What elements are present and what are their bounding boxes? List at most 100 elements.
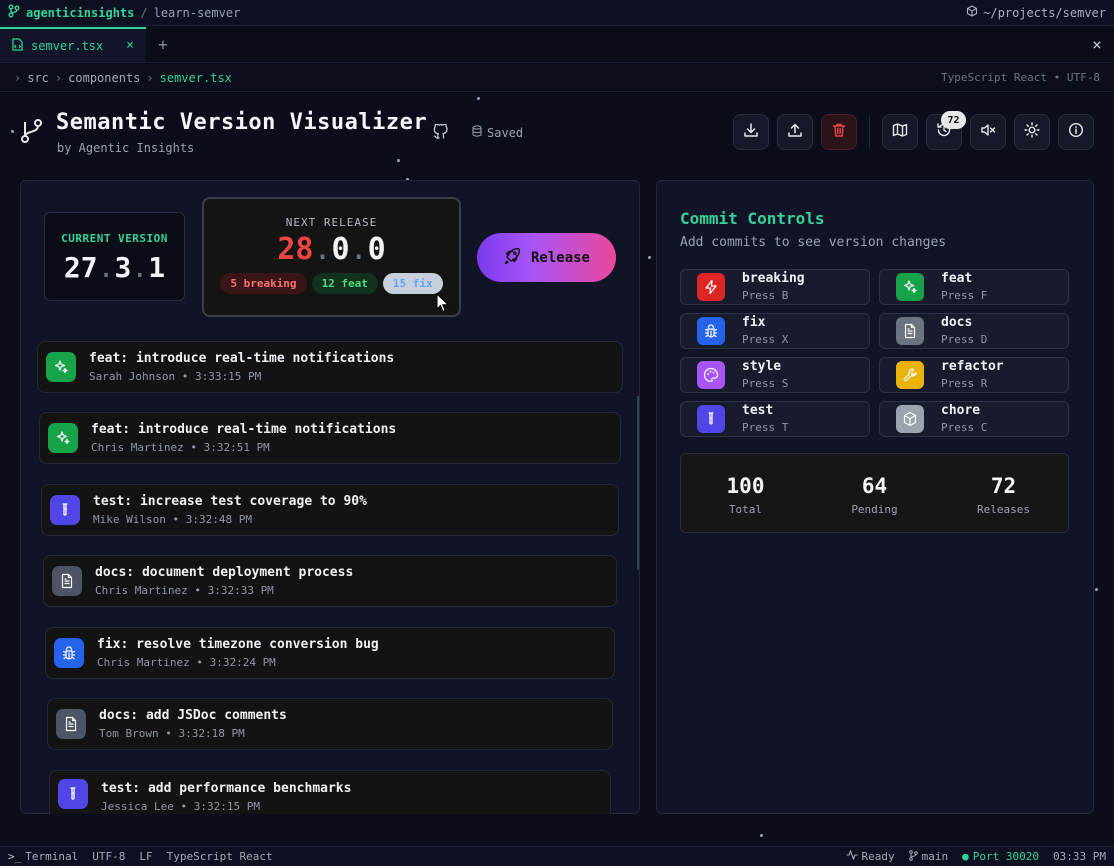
git-branch-icon	[908, 849, 918, 864]
palette-icon	[697, 361, 725, 389]
github-icon[interactable]	[433, 123, 449, 144]
package-icon	[896, 405, 924, 433]
bug-icon	[697, 317, 725, 345]
repo-name[interactable]: agenticinsights	[26, 6, 134, 20]
bug-icon	[54, 638, 84, 668]
commit-type-feat-button[interactable]: feat Press F	[879, 269, 1069, 305]
commit-type-refactor-button[interactable]: refactor Press R	[879, 357, 1069, 393]
commit-type-shortcut: Press R	[941, 377, 988, 390]
next-release-label: NEXT RELEASE	[285, 216, 378, 229]
commit-message: docs: document deployment process	[95, 565, 354, 580]
eol-status[interactable]: LF	[139, 850, 152, 863]
commit-row[interactable]: docs: document deployment process Chris M…	[43, 555, 617, 607]
next-major: 28	[277, 232, 314, 267]
close-editor-button[interactable]: ×	[1080, 27, 1114, 62]
commit-type-chore-button[interactable]: chore Press C	[879, 401, 1069, 437]
commit-row[interactable]: feat: introduce real-time notifications S…	[37, 341, 623, 393]
commit-row[interactable]: test: add performance benchmarks Jessica …	[49, 770, 611, 814]
stat-total: 100 Total	[681, 454, 810, 532]
download-button[interactable]	[733, 114, 769, 150]
commit-meta: Mike Wilson • 3:32:48 PM	[93, 513, 252, 526]
delete-button[interactable]	[821, 114, 857, 150]
star-dot	[648, 256, 651, 259]
scrollbar-thumb[interactable]	[637, 396, 639, 570]
branch-status[interactable]: main	[908, 849, 949, 864]
commit-row[interactable]: docs: add JSDoc comments Tom Brown • 3:32…	[47, 698, 613, 750]
project-name[interactable]: learn-semver	[154, 6, 241, 20]
commit-meta: Sarah Johnson • 3:33:15 PM	[89, 370, 262, 383]
theme-toggle-button[interactable]	[1014, 114, 1050, 150]
test-tube-icon	[697, 405, 725, 433]
commit-type-docs-button[interactable]: docs Press D	[879, 313, 1069, 349]
trash-icon	[831, 122, 847, 142]
language-status[interactable]: TypeScript React	[167, 850, 273, 863]
commit-type-shortcut: Press F	[941, 289, 988, 302]
commit-row[interactable]: feat: introduce real-time notifications C…	[39, 412, 621, 464]
commit-row[interactable]: test: increase test coverage to 90% Mike …	[41, 484, 619, 536]
current-version-value: 27.3.1	[63, 251, 166, 284]
star-dot	[1095, 588, 1098, 591]
next-minor: 0	[331, 232, 350, 267]
close-tab-icon[interactable]: ×	[126, 38, 134, 53]
commit-message: test: add performance benchmarks	[101, 781, 352, 796]
port-label: Port 30020	[972, 850, 1040, 863]
rocket-icon	[503, 247, 521, 269]
terminal-toggle[interactable]: >_ Terminal	[8, 850, 78, 863]
feat-count-chip: 12 feat	[311, 273, 378, 294]
clock: 03:33 PM	[1053, 850, 1106, 863]
branch-label: main	[921, 850, 949, 863]
breadcrumb-components[interactable]: components	[68, 71, 140, 85]
test-tube-icon	[50, 495, 80, 525]
encoding-status[interactable]: UTF-8	[92, 850, 125, 863]
toolbar-divider	[869, 116, 870, 148]
current-major: 27	[63, 251, 98, 284]
commit-type-test-button[interactable]: test Press T	[680, 401, 870, 437]
commit-type-shortcut: Press C	[941, 421, 988, 434]
commit-meta: Chris Martinez • 3:32:33 PM	[95, 584, 274, 597]
breadcrumb-src[interactable]: src	[27, 71, 49, 85]
sparkles-icon	[896, 273, 924, 301]
port-status[interactable]: ● Port 30020	[962, 850, 1039, 863]
sun-icon	[1024, 122, 1040, 142]
file-code-icon	[12, 37, 23, 54]
commit-message: feat: introduce real-time notifications	[89, 351, 395, 366]
commit-type-name: style	[742, 359, 782, 374]
release-button[interactable]: Release	[477, 233, 616, 282]
commit-controls-subtitle: Add commits to see version changes	[680, 235, 947, 250]
tab-label: semver.tsx	[31, 38, 104, 53]
commit-type-style-button[interactable]: style Press S	[680, 357, 870, 393]
git-branch-icon	[8, 4, 20, 21]
new-tab-button[interactable]: +	[146, 27, 180, 62]
document-icon	[52, 566, 82, 596]
commit-type-fix-button[interactable]: fix Press X	[680, 313, 870, 349]
page-title: Semantic Version Visualizer	[56, 110, 428, 135]
stat-value: 64	[861, 474, 888, 498]
path-separator: /	[140, 5, 148, 20]
breadcrumb-file[interactable]: semver.tsx	[160, 71, 232, 85]
release-label: Release	[530, 249, 590, 266]
activity-icon	[846, 849, 858, 863]
commit-type-shortcut: Press X	[742, 333, 789, 346]
mouse-cursor-icon	[436, 292, 450, 317]
breaking-count-chip: 5 breaking	[220, 273, 307, 294]
commit-message: test: increase test coverage to 90%	[93, 494, 367, 509]
fix-count-chip: 15 fix	[382, 273, 443, 294]
commit-row[interactable]: fix: resolve timezone conversion bug Chri…	[45, 627, 615, 679]
commit-meta: Jessica Lee • 3:32:15 PM	[101, 800, 260, 813]
pending-chips: 5 breaking 12 feat 15 fix	[204, 273, 459, 294]
commit-meta: Chris Martinez • 3:32:51 PM	[91, 441, 270, 454]
info-button[interactable]	[1058, 114, 1094, 150]
stat-label: Total	[728, 503, 763, 516]
stat-pending: 64 Pending	[810, 454, 939, 532]
upload-button[interactable]	[777, 114, 813, 150]
commit-type-breaking-button[interactable]: breaking Press B	[680, 269, 870, 305]
commit-type-name: feat	[941, 271, 973, 286]
upload-icon	[787, 122, 803, 142]
mute-button[interactable]	[970, 114, 1006, 150]
map-button[interactable]	[882, 114, 918, 150]
git-branch-icon	[20, 118, 44, 148]
project-path: ~/projects/semver	[966, 5, 1106, 20]
chevron-right-icon: ›	[14, 70, 22, 85]
tab-semver-tsx[interactable]: semver.tsx ×	[0, 27, 146, 62]
chevron-right-icon: ›	[54, 70, 63, 85]
